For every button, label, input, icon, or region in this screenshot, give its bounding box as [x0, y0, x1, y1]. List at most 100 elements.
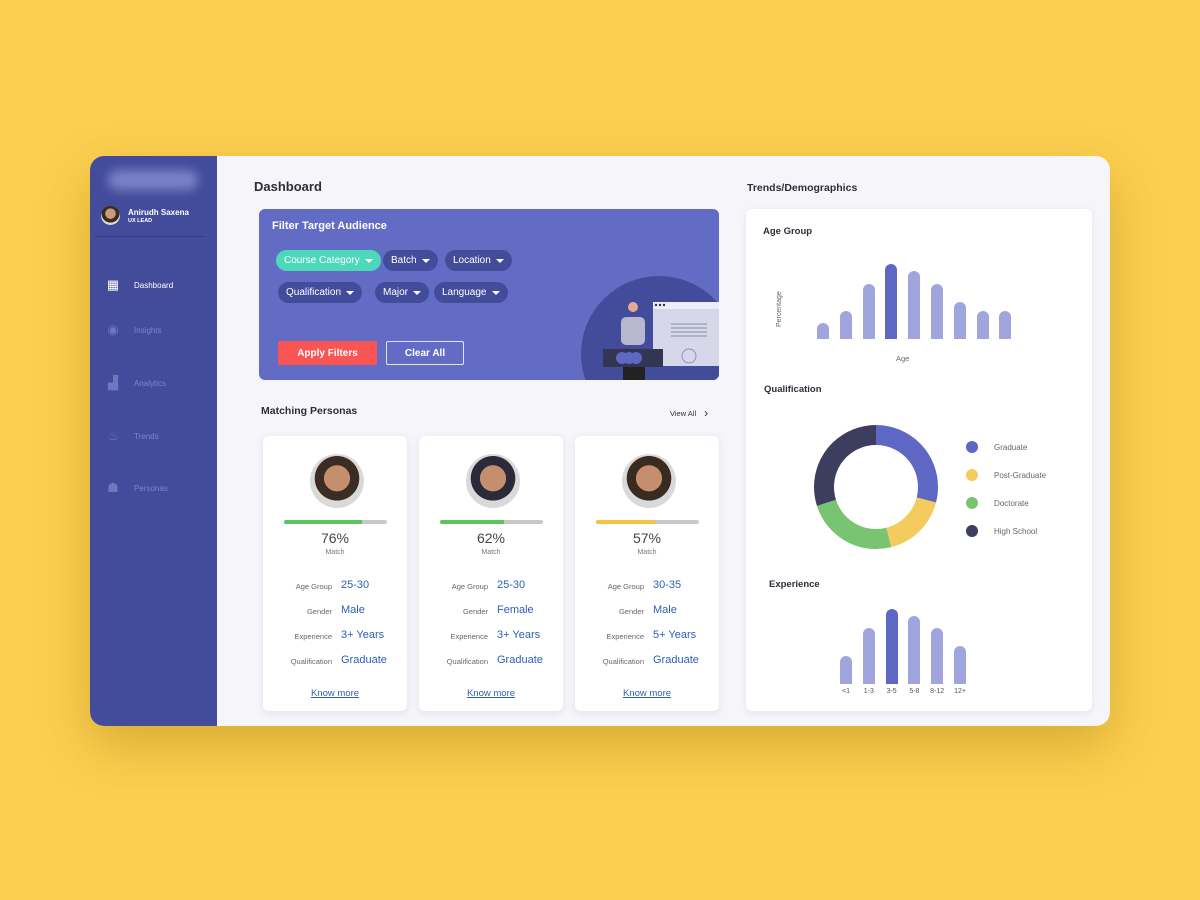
caret-down-icon [491, 290, 500, 295]
x-tick-label: 12+ [954, 688, 966, 695]
bar [954, 646, 966, 684]
match-progress-fill [596, 520, 655, 524]
field-value: 3+ Years [497, 629, 541, 641]
bar [862, 284, 875, 339]
dashboard-icon: ▦ [106, 277, 120, 292]
sidebar-item-label: Insights [134, 325, 162, 335]
divider [95, 236, 205, 237]
field-label: Experience [294, 632, 332, 641]
clear-all-button[interactable]: Clear All [386, 341, 464, 365]
sidebar-item-label: Analytics [134, 378, 167, 388]
legend-label: Doctorate [994, 498, 1029, 508]
persona-field: Experience 5+ Years [575, 629, 719, 643]
trends-icon: ♨ [107, 428, 119, 443]
sidebar-item-personas[interactable]: ☗ Personas [106, 478, 206, 498]
legend-swatch [966, 525, 978, 537]
filter-chip-course-category[interactable]: Course Category [276, 250, 381, 271]
match-label: Match [637, 549, 657, 556]
know-more-link[interactable]: Know more [419, 688, 563, 699]
chip-label: Language [442, 287, 487, 298]
filter-chip-batch[interactable]: Batch [383, 250, 438, 271]
persona-photo [466, 454, 520, 508]
filter-chip-language[interactable]: Language [434, 282, 508, 303]
chip-label: Location [453, 255, 491, 266]
persona-card: 62% Match Age Group 25-30 Gender Female Experi… [419, 436, 563, 711]
filter-chip-location[interactable]: Location [445, 250, 512, 271]
view-all-label: View All [670, 408, 697, 418]
view-all-link[interactable]: View All › [670, 406, 708, 420]
bar [817, 323, 829, 339]
legend-item: Graduate [966, 441, 1027, 453]
sidebar-item-trends[interactable]: ♨ Trends [106, 426, 206, 446]
field-value: 25-30 [341, 579, 370, 591]
know-more-link[interactable]: Know more [575, 688, 719, 699]
sidebar-item-insights[interactable]: ◉ Insights [106, 320, 206, 340]
filter-chip-qualification[interactable]: Qualification [278, 282, 363, 303]
sidebar-item-label: Personas [134, 483, 168, 493]
legend-label: High School [994, 526, 1038, 536]
experience-title: Experience [769, 579, 820, 590]
x-tick-label: 5-8 [909, 688, 920, 695]
apply-filters-button[interactable]: Apply Filters [278, 341, 377, 365]
bar [931, 284, 943, 339]
chip-label: Qualification [286, 287, 342, 298]
persona-field: Experience 3+ Years [419, 629, 563, 643]
legend-item: Doctorate [966, 497, 1029, 509]
match-percent: 57% [632, 530, 662, 546]
logo [108, 170, 198, 190]
caret-down-icon [413, 290, 422, 295]
personas-icon: ☗ [107, 480, 119, 495]
legend-item: High School [966, 525, 1037, 537]
match-progress-fill [440, 520, 504, 524]
bar [999, 311, 1012, 339]
caret-down-icon [364, 258, 373, 263]
persona-card: 76% Match Age Group 25-30 Gender Male Experien… [263, 436, 407, 711]
field-label: Gender [618, 607, 644, 616]
bar [839, 311, 852, 339]
match-progress-bar [596, 520, 699, 524]
persona-photo [622, 454, 676, 508]
bar [976, 311, 989, 339]
match-progress-bar [440, 520, 543, 524]
trends-title: Trends/Demographics [747, 182, 858, 194]
chip-label: Major [383, 287, 409, 298]
sidebar-item-dashboard[interactable]: ▦ Dashboard [106, 275, 206, 295]
x-tick-label: <1 [842, 688, 850, 695]
bar [908, 616, 921, 684]
match-label: Match [481, 549, 501, 556]
filter-panel: Filter Target Audience Course Category Ba… [259, 209, 719, 380]
field-value: Graduate [497, 654, 543, 666]
bar [953, 302, 966, 339]
bar [908, 271, 921, 339]
field-value: 3+ Years [341, 629, 385, 641]
field-value: Female [497, 604, 534, 616]
know-more-link[interactable]: Know more [263, 688, 407, 699]
trends-panel: Age Group Percentage Age Qualification G… [746, 209, 1092, 711]
user-avatar[interactable] [101, 206, 120, 225]
age-xlabel: Age [896, 354, 910, 363]
chip-label: Batch [391, 255, 417, 266]
match-progress-fill [284, 520, 363, 524]
sidebar-item-label: Trends [134, 431, 159, 441]
caret-down-icon [495, 258, 504, 263]
x-tick-label: 3-5 [886, 688, 897, 695]
sidebar-item-analytics[interactable]: ▟ Analytics [106, 373, 206, 393]
bar [840, 656, 852, 684]
page-title: Dashboard [254, 179, 322, 194]
insights-icon: ◉ [107, 322, 119, 337]
bar [885, 609, 898, 684]
legend-label: Post-Graduate [994, 470, 1047, 480]
field-label: Age Group [451, 582, 488, 591]
legend-label: Graduate [994, 442, 1028, 452]
age-ylabel: Percentage [776, 291, 783, 327]
qualification-title: Qualification [764, 384, 822, 395]
field-value: 5+ Years [653, 629, 697, 641]
age-group-title: Age Group [763, 226, 813, 237]
field-value: Graduate [653, 654, 699, 666]
persona-field: Qualification Graduate [263, 654, 407, 668]
filter-chip-major[interactable]: Major [375, 282, 430, 303]
match-percent: 76% [320, 530, 350, 546]
field-label: Qualification [602, 657, 644, 666]
legend-item: Post-Graduate [966, 469, 1046, 481]
chevron-right-icon: › [704, 406, 709, 420]
